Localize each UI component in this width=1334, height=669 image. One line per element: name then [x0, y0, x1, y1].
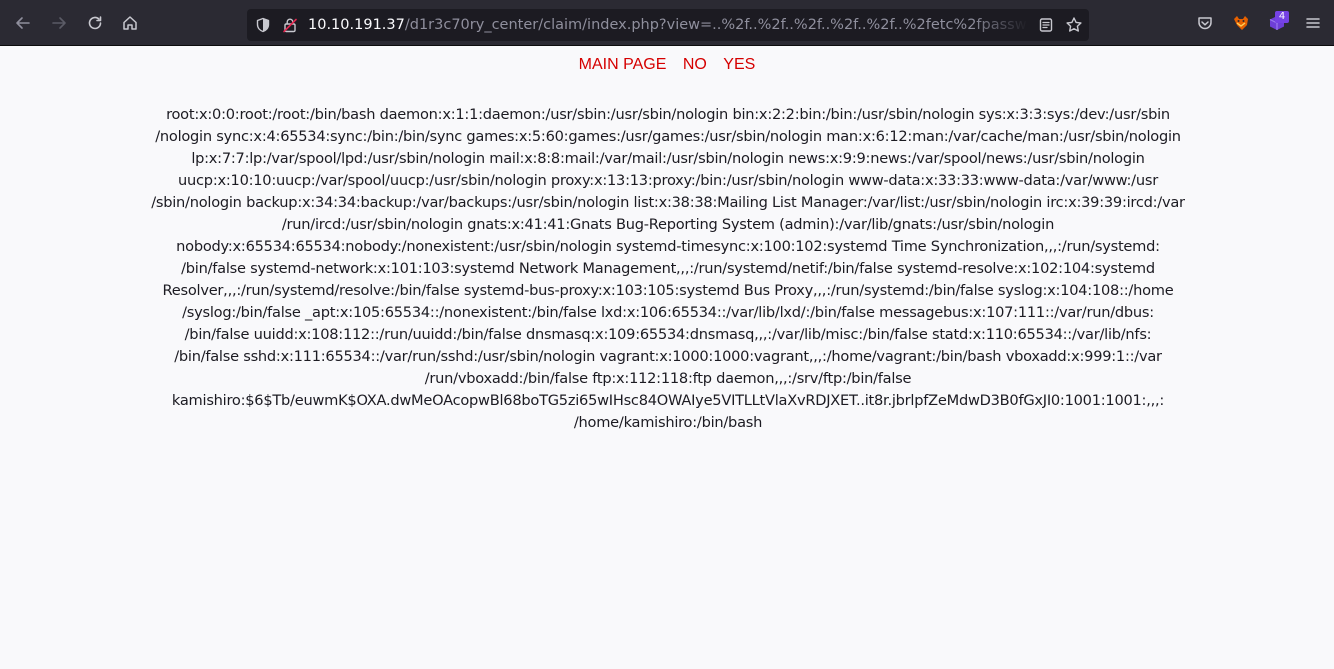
- menu-button[interactable]: [1299, 9, 1327, 37]
- passwd-line: /run/vboxadd:/bin/false ftp:x:112:118:ft…: [424, 370, 912, 387]
- passwd-line: /bin/false uuidd:x:108:112::/run/uuidd:/…: [184, 326, 1152, 343]
- page-content: MAIN PAGE NO YES root:x:0:0:root:/root:/…: [0, 46, 1334, 669]
- fox-extension-icon: [1234, 16, 1248, 30]
- back-button[interactable]: [9, 9, 37, 37]
- reload-icon: [88, 16, 102, 30]
- pocket-icon: [1198, 17, 1212, 30]
- passwd-line: /bin/false sshd:x:111:65534::/var/run/ss…: [174, 348, 1162, 365]
- url-bar[interactable]: 10.10.191.37/d1r3c70ry_center/claim/inde…: [247, 9, 1089, 41]
- passwd-line: /syslog:/bin/false _apt:x:105:65534::/no…: [182, 304, 1154, 321]
- nav-link-main-page[interactable]: MAIN PAGE: [579, 56, 667, 73]
- insecure-lock-icon[interactable]: [282, 17, 298, 33]
- passwd-line: kamishiro:$6$Tb/euwmK$OXA.dwMeOAcopwBl68…: [171, 392, 1165, 409]
- passwd-line: /bin/false systemd-network:x:101:103:sys…: [181, 260, 1155, 277]
- url-host: 10.10.191.37: [308, 17, 405, 33]
- passwd-line: /run/ircd:/usr/sbin/nologin gnats:x:41:4…: [281, 216, 1055, 233]
- passwd-file-output: root:x:0:0:root:/root:/bin/bash daemon:x…: [132, 104, 1204, 434]
- passwd-line: Resolver,,,:/run/systemd/resolve:/bin/fa…: [162, 282, 1174, 299]
- hamburger-menu-icon: [1306, 18, 1320, 28]
- url-path: /d1r3c70ry_center/claim/index.php?view=.…: [404, 17, 1028, 33]
- bookmark-star-icon[interactable]: [1065, 16, 1083, 34]
- passwd-line: nobody:x:65534:65534:nobody:/nonexistent…: [176, 238, 1160, 255]
- shield-icon[interactable]: [255, 17, 271, 33]
- forward-button[interactable]: [45, 9, 73, 37]
- home-button[interactable]: [116, 9, 144, 37]
- passwd-line: lp:x:7:7:lp:/var/spool/lpd:/usr/sbin/nol…: [191, 150, 1145, 167]
- browser-toolbar: 10.10.191.37/d1r3c70ry_center/claim/inde…: [0, 0, 1334, 46]
- extension-button-1[interactable]: [1227, 9, 1255, 37]
- reader-view-icon[interactable]: [1038, 17, 1054, 33]
- passwd-line: /sbin/nologin backup:x:34:34:backup:/var…: [151, 194, 1185, 211]
- nav-link-yes[interactable]: YES: [723, 56, 755, 73]
- top-nav: MAIN PAGE NO YES: [0, 56, 1334, 74]
- extension-badge: 4: [1275, 11, 1289, 23]
- reload-button[interactable]: [81, 9, 109, 37]
- nav-link-no[interactable]: NO: [683, 56, 707, 73]
- arrow-right-icon: [52, 17, 66, 29]
- pocket-button[interactable]: [1191, 9, 1219, 37]
- passwd-line: root:x:0:0:root:/root:/bin/bash daemon:x…: [166, 106, 1170, 123]
- home-icon: [123, 16, 137, 30]
- passwd-line: /nologin sync:x:4:65534:sync:/bin:/bin/s…: [155, 128, 1181, 145]
- passwd-line: uucp:x:10:10:uucp:/var/spool/uucp:/usr/s…: [178, 172, 1158, 189]
- arrow-left-icon: [16, 17, 30, 29]
- passwd-line: /home/kamishiro:/bin/bash: [573, 414, 763, 431]
- url-text[interactable]: 10.10.191.37/d1r3c70ry_center/claim/inde…: [308, 9, 1028, 41]
